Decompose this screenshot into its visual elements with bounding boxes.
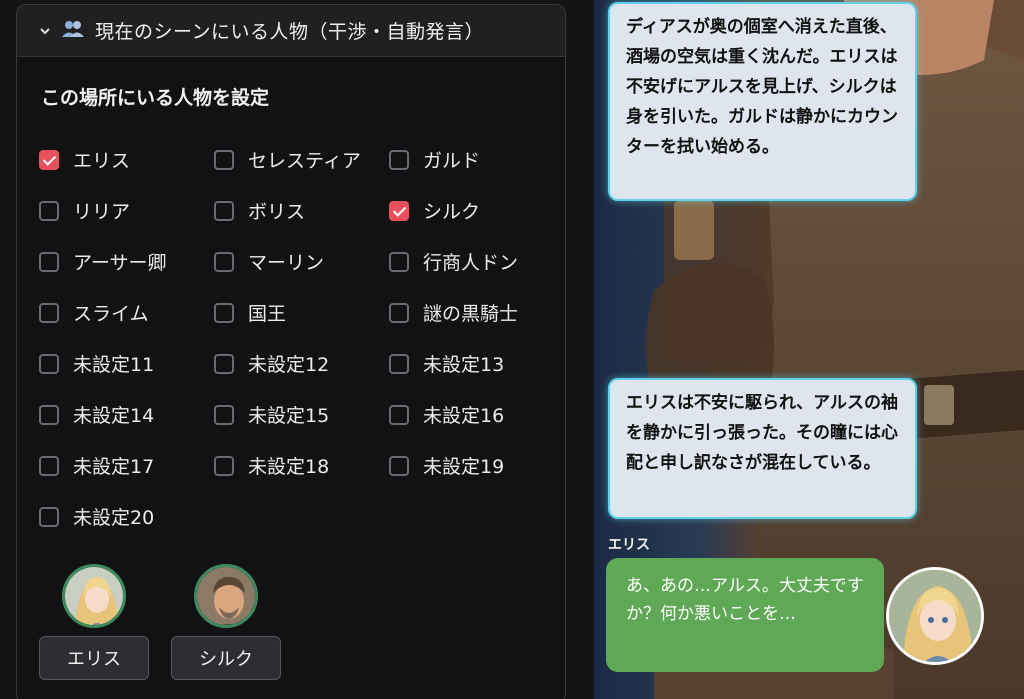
checkbox-unchecked[interactable] (389, 405, 409, 425)
character-checkbox-grid: エリスリリアアーサー卿スライム未設定11 未設定14 未設定17 未設定20 セレステ… (39, 145, 559, 565)
character-checkbox-item[interactable]: マーリン (214, 247, 384, 279)
character-checkbox-item[interactable]: 未設定16 (389, 400, 559, 432)
checkbox-unchecked[interactable] (39, 252, 59, 272)
speaker-avatar[interactable] (886, 567, 984, 665)
checkbox-label[interactable]: 未設定12 (248, 349, 329, 381)
checkbox-checked[interactable] (389, 201, 409, 221)
character-checkbox-item[interactable]: 謎の黒騎士 (389, 298, 559, 330)
checkbox-label[interactable]: 謎の黒騎士 (423, 298, 518, 330)
chat-scene-panel: ディアスが奥の個室へ消えた直後、酒場の空気は重く沈んだ。エリスは不安げにアルスを… (594, 0, 1024, 699)
character-checkbox-item[interactable]: 未設定11 (39, 349, 209, 381)
checkbox-label[interactable]: 未設定14 (73, 400, 154, 432)
character-checkbox-item[interactable]: ボリス (214, 196, 384, 228)
checkbox-unchecked[interactable] (39, 201, 59, 221)
checkbox-column-1: エリスリリアアーサー卿スライム未設定11 未設定14 未設定17 未設定20 (39, 145, 209, 553)
checkbox-label[interactable]: ボリス (248, 196, 305, 228)
character-checkbox-item[interactable]: 未設定15 (214, 400, 384, 432)
left-panel: 現在のシーンにいる人物（干渉・自動発言） この場所にいる人物を設定 エリス リリア… (0, 0, 594, 699)
checkbox-unchecked[interactable] (39, 507, 59, 527)
checkbox-unchecked[interactable] (389, 150, 409, 170)
checkbox-label[interactable]: 国王 (248, 298, 286, 330)
character-checkbox-item[interactable]: 未設定13 (389, 349, 559, 381)
checkbox-checked[interactable] (39, 150, 59, 170)
speech-bubble: あ、あの…アルス。大丈夫ですか？何か悪いことを… (606, 558, 884, 672)
checkbox-label[interactable]: マーリン (248, 247, 324, 279)
checkbox-unchecked[interactable] (389, 252, 409, 272)
checkbox-label[interactable]: シルク (423, 196, 480, 228)
checkbox-unchecked[interactable] (39, 354, 59, 374)
character-checkbox-item[interactable]: 未設定17 (39, 451, 209, 483)
checkbox-unchecked[interactable] (214, 150, 234, 170)
character-checkbox-item[interactable]: 未設定14 (39, 400, 209, 432)
narration-bubble-1: ディアスが奥の個室へ消えた直後、酒場の空気は重く沈んだ。エリスは不安げにアルスを… (608, 2, 917, 201)
checkbox-unchecked[interactable] (214, 405, 234, 425)
scene-characters-panel: 現在のシーンにいる人物（干渉・自動発言） この場所にいる人物を設定 エリス リリア… (16, 4, 566, 699)
checkbox-unchecked[interactable] (389, 354, 409, 374)
active-character-button-eris[interactable]: エリス (39, 636, 149, 680)
panel-title: 現在のシーンにいる人物（干渉・自動発言） (95, 21, 485, 43)
avatar-silk (194, 564, 258, 628)
checkbox-unchecked[interactable] (214, 354, 234, 374)
checkbox-label[interactable]: 未設定18 (248, 451, 329, 483)
speaker-name: エリス (608, 537, 650, 553)
character-checkbox-item[interactable]: スライム (39, 298, 209, 330)
checkbox-unchecked[interactable] (389, 303, 409, 323)
checkbox-label[interactable]: スライム (73, 298, 149, 330)
checkbox-unchecked[interactable] (214, 252, 234, 272)
narration-bubble-2: エリスは不安に駆られ、アルスの袖を静かに引っ張った。その瞳には心配と申し訳なさが… (608, 378, 917, 519)
character-checkbox-item[interactable]: 未設定18 (214, 451, 384, 483)
checkbox-label[interactable]: 未設定11 (73, 349, 154, 381)
checkbox-label[interactable]: 未設定16 (423, 400, 504, 432)
character-checkbox-item[interactable]: 未設定12 (214, 349, 384, 381)
checkbox-column-3: ガルドシルク行商人ドン謎の黒騎士未設定13 未設定16 未設定19 (389, 145, 559, 502)
checkbox-unchecked[interactable] (214, 303, 234, 323)
checkbox-column-2: セレスティア ボリスマーリン国王未設定12 未設定15 未設定18 (214, 145, 384, 502)
checkbox-label[interactable]: エリス (73, 145, 130, 177)
character-checkbox-item[interactable]: リリア (39, 196, 209, 228)
checkbox-label[interactable]: 未設定15 (248, 400, 329, 432)
checkbox-unchecked[interactable] (39, 405, 59, 425)
checkbox-unchecked[interactable] (214, 201, 234, 221)
character-checkbox-item[interactable]: シルク (389, 196, 559, 228)
active-character-button-silk[interactable]: シルク (171, 636, 281, 680)
character-checkbox-item[interactable]: ガルド (389, 145, 559, 177)
character-checkbox-item[interactable]: エリス (39, 145, 209, 177)
checkbox-label[interactable]: アーサー卿 (73, 247, 166, 279)
checkbox-label[interactable]: ガルド (423, 145, 480, 177)
people-icon (61, 20, 85, 42)
checkbox-label[interactable]: 未設定17 (73, 451, 154, 483)
checkbox-unchecked[interactable] (39, 303, 59, 323)
checkbox-label[interactable]: 未設定19 (423, 451, 504, 483)
character-checkbox-item[interactable]: 行商人ドン (389, 247, 559, 279)
checkbox-unchecked[interactable] (389, 456, 409, 476)
checkbox-label[interactable]: セレスティア (248, 145, 361, 177)
character-checkbox-item[interactable]: 未設定20 (39, 502, 209, 534)
avatar-eris (62, 564, 126, 628)
section-title: この場所にいる人物を設定 (41, 87, 270, 109)
checkbox-label[interactable]: 行商人ドン (423, 247, 518, 279)
checkbox-label[interactable]: 未設定13 (423, 349, 504, 381)
checkbox-label[interactable]: リリア (73, 196, 130, 228)
checkbox-unchecked[interactable] (39, 456, 59, 476)
character-checkbox-item[interactable]: 未設定19 (389, 451, 559, 483)
character-checkbox-item[interactable]: 国王 (214, 298, 384, 330)
panel-header[interactable]: 現在のシーンにいる人物（干渉・自動発言） (17, 5, 565, 57)
character-checkbox-item[interactable]: アーサー卿 (39, 247, 209, 279)
character-checkbox-item[interactable]: セレスティア (214, 145, 384, 177)
chevron-down-icon[interactable] (39, 25, 51, 37)
checkbox-label[interactable]: 未設定20 (73, 502, 154, 534)
checkbox-unchecked[interactable] (214, 456, 234, 476)
